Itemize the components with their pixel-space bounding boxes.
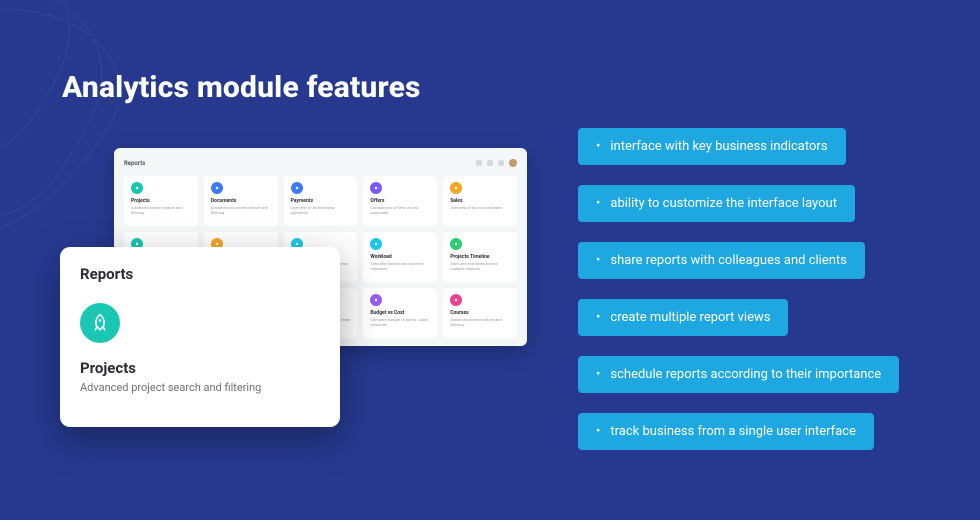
report-tile[interactable]: SalesOverview of all invoiced sales [443,176,517,226]
report-tile[interactable]: WorkloadTask distribution across team me… [363,232,437,282]
feature-item: share reports with colleagues and client… [578,242,865,279]
card-label: Projects [80,359,320,377]
card-title: Reports [80,265,320,283]
tile-desc: Task distribution across team members [370,261,430,271]
page-title: Analytics module features [62,70,421,105]
report-tile[interactable]: CoursesAdvanced project search and filte… [443,288,517,338]
feature-text: track business from a single user interf… [610,424,856,439]
tile-icon [370,294,382,306]
tile-desc: Compare budget vs spent. Quick response [370,317,430,327]
rocket-icon [80,303,120,343]
tile-label: Offers [370,198,430,204]
tile-desc: Overview of all invoiced sales [450,205,510,210]
tile-label: Workload [370,254,430,260]
tile-desc: Advanced project search and filtering [450,317,510,327]
reports-window-title: Reports [124,160,145,167]
tile-icon [211,182,223,194]
feature-list: interface with key business indicators a… [578,128,899,450]
feature-text: ability to customize the interface layou… [610,196,837,211]
feature-text: share reports with colleagues and client… [610,253,846,268]
header-action-icon[interactable] [476,160,482,166]
report-tile[interactable]: DocumentsAdvanced document search and fi… [204,176,278,226]
tile-desc: Start and end dates across multiple proj… [450,261,510,271]
tile-icon [291,182,303,194]
user-avatar[interactable] [509,159,517,167]
tile-icon [450,294,462,306]
reports-detail-card: Reports Projects Advanced project search… [60,247,340,427]
header-action-icon[interactable] [487,160,493,166]
tile-desc: Advanced document search and filtering [211,205,271,215]
report-tile[interactable]: PaymentsOverview of all incoming payment… [284,176,358,226]
tile-icon [450,238,462,250]
tile-icon [131,182,143,194]
header-action-icon[interactable] [498,160,504,166]
tile-icon [370,238,382,250]
feature-text: create multiple report views [610,310,770,325]
card-desc: Advanced project search and filtering [80,381,320,394]
tile-label: Documents [211,198,271,204]
tile-desc: Advanced project search and filtering [131,205,191,215]
tile-label: Budget vs Cost [370,310,430,316]
tile-label: Courses [450,310,510,316]
tile-label: Payments [291,198,351,204]
feature-item: create multiple report views [578,299,788,336]
report-tile[interactable]: Budget vs CostCompare budget vs spent. Q… [363,288,437,338]
report-tile[interactable]: ProjectsAdvanced project search and filt… [124,176,198,226]
tile-label: Sales [450,198,510,204]
feature-item: track business from a single user interf… [578,413,874,450]
report-tile[interactable]: Projects TimelineStart and end dates acr… [443,232,517,282]
tile-label: Projects [131,198,191,204]
tile-desc: Comparison of sent vs lost proposals [370,205,430,215]
tile-icon [450,182,462,194]
reports-window-actions [476,159,517,167]
tile-icon [370,182,382,194]
feature-item: schedule reports according to their impo… [578,356,899,393]
feature-text: schedule reports according to their impo… [610,367,881,382]
feature-text: interface with key business indicators [610,139,827,154]
tile-label: Projects Timeline [450,254,510,260]
report-tile[interactable]: OffersComparison of sent vs lost proposa… [363,176,437,226]
feature-item: interface with key business indicators [578,128,846,165]
reports-window-header: Reports [124,156,517,170]
tile-desc: Overview of all incoming payments [291,205,351,215]
feature-item: ability to customize the interface layou… [578,185,855,222]
